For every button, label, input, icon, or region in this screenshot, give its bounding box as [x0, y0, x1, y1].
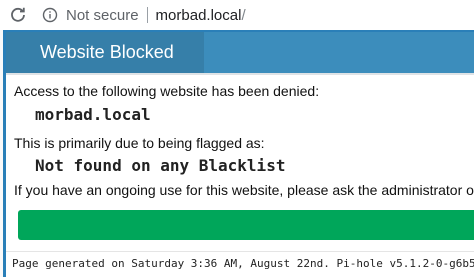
page-title: Website Blocked	[6, 32, 204, 73]
page-footer: Page generated on Saturday 3:36 AM, Augu…	[6, 251, 474, 277]
denied-label: Access to the following website has been…	[14, 83, 320, 99]
blocked-domain: morbad.local	[35, 105, 151, 124]
reason-value: Not found on any Blacklist	[35, 156, 286, 175]
browser-address-bar: Not secure morbad.local/	[0, 0, 474, 30]
footer-text: Page generated on Saturday 3:36 AM, Augu…	[12, 257, 474, 270]
page-header: Website Blocked	[6, 32, 474, 73]
url-host: morbad.local	[155, 6, 242, 24]
url-path: /	[241, 6, 246, 24]
admin-note: If you have an ongoing use for this webs…	[14, 182, 474, 198]
address-separator	[146, 7, 148, 23]
reload-icon[interactable]	[7, 4, 29, 26]
blocked-page: Website Blocked Access to the following …	[0, 30, 474, 277]
url-text[interactable]: morbad.local/	[156, 7, 246, 24]
info-icon[interactable]	[42, 7, 58, 23]
reason-label: This is primarily due to being flagged a…	[14, 135, 265, 151]
security-status[interactable]: Not secure	[66, 7, 139, 24]
blocked-message-panel: Access to the following website has been…	[6, 73, 474, 277]
request-access-bar[interactable]	[18, 210, 474, 240]
